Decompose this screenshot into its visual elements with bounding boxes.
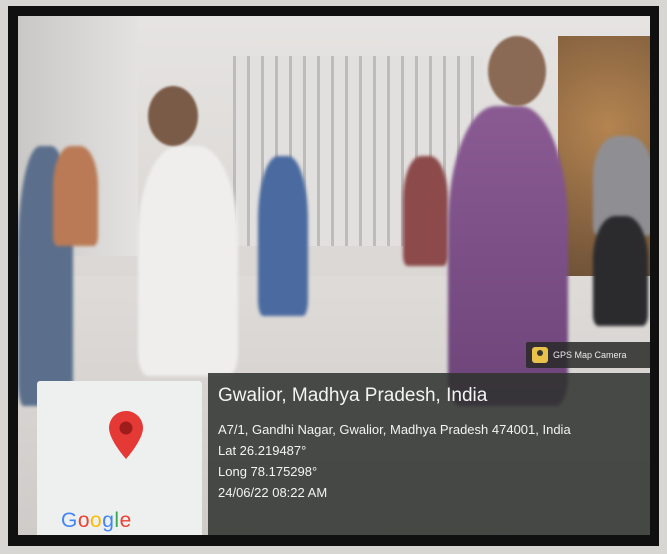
person-purple-shirt-head [488,36,546,106]
google-logo: Google [61,509,132,532]
location-title: Gwalior, Madhya Pradesh, India [218,385,488,406]
location-address: A7/1, Gandhi Nagar, Gwalior, Madhya Prad… [218,422,571,437]
location-info-box: Gwalior, Madhya Pradesh, India A7/1, Gan… [208,373,650,535]
longitude-text: Long 78.175298° [218,464,318,479]
outdoor-scene-photo: Google GPS Map Camera Gwalior, Madhya Pr… [18,16,650,535]
datetime-text: 24/06/22 08:22 AM [218,485,328,500]
person-red-dress [403,156,448,266]
gps-camera-app-icon [532,347,548,363]
map-thumbnail: Google [37,381,202,535]
latitude-text: Lat 26.219487° [218,443,307,458]
person-background-left [53,146,98,246]
badge-label: GPS Map Camera [553,350,627,360]
gps-map-camera-badge: GPS Map Camera [526,342,650,368]
photo-print-frame: Google GPS Map Camera Gwalior, Madhya Pr… [8,6,659,546]
map-pin-icon [109,411,143,459]
person-white-shirt [138,146,238,376]
person-blue-dress [258,156,308,316]
person-white-shirt-head [148,86,198,146]
person-grey-top-legs [593,216,648,326]
